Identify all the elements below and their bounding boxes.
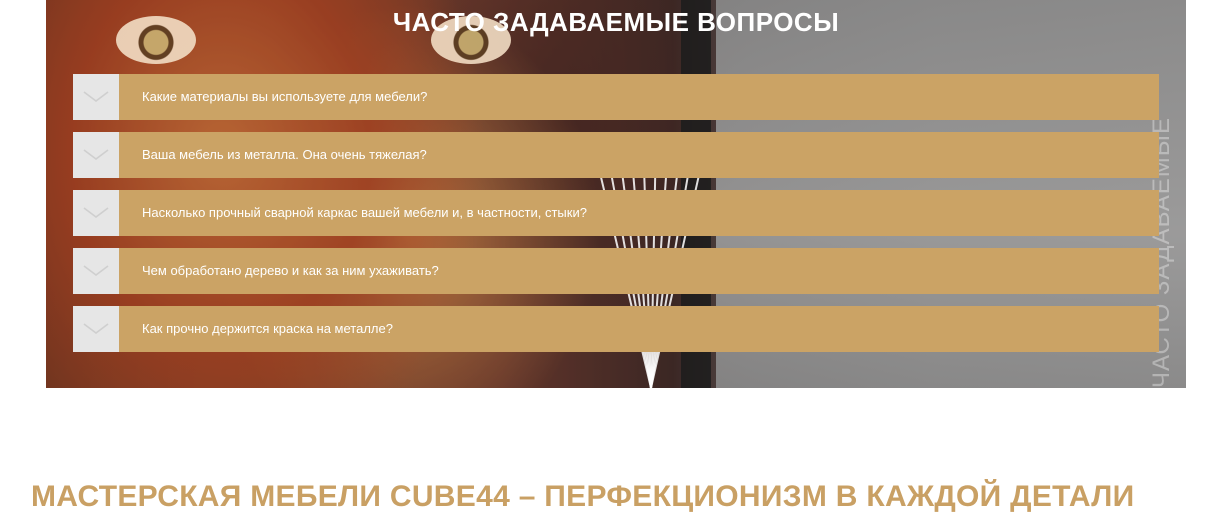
faq-item[interactable]: Чем обработано дерево и как за ним ухажи… (73, 248, 1159, 294)
faq-list: Какие материалы вы используете для мебел… (73, 74, 1159, 364)
faq-question: Как прочно держится краска на металле? (142, 321, 393, 336)
faq-toggle-button[interactable] (73, 190, 119, 236)
workshop-heading: МАСТЕРСКАЯ МЕБЕЛИ CUBE44 – ПЕРФЕКЦИОНИЗМ… (31, 479, 1135, 513)
faq-item[interactable]: Какие материалы вы используете для мебел… (73, 74, 1159, 120)
faq-question: Насколько прочный сварной каркас вашей м… (142, 205, 587, 220)
chevron-down-icon (83, 265, 109, 276)
faq-item[interactable]: Насколько прочный сварной каркас вашей м… (73, 190, 1159, 236)
chevron-down-icon (83, 91, 109, 102)
chevron-down-icon (83, 323, 109, 334)
faq-toggle-button[interactable] (73, 132, 119, 178)
chevron-down-icon (83, 149, 109, 160)
faq-toggle-button[interactable] (73, 74, 119, 120)
faq-section: ЧАСТО ЗАДАВАЕМЫЕ ЧАСТО ЗАДАВАЕМЫЕ ВОПРОС… (46, 0, 1186, 388)
faq-item[interactable]: Как прочно держится краска на металле? (73, 306, 1159, 352)
chevron-down-icon (83, 207, 109, 218)
faq-toggle-button[interactable] (73, 306, 119, 352)
faq-item[interactable]: Ваша мебель из металла. Она очень тяжела… (73, 132, 1159, 178)
faq-title: ЧАСТО ЗАДАВАЕМЫЕ ВОПРОСЫ (392, 7, 840, 37)
faq-toggle-button[interactable] (73, 248, 119, 294)
faq-question: Ваша мебель из металла. Она очень тяжела… (142, 147, 427, 162)
faq-question: Какие материалы вы используете для мебел… (142, 89, 428, 104)
faq-question: Чем обработано дерево и как за ним ухажи… (142, 263, 439, 278)
